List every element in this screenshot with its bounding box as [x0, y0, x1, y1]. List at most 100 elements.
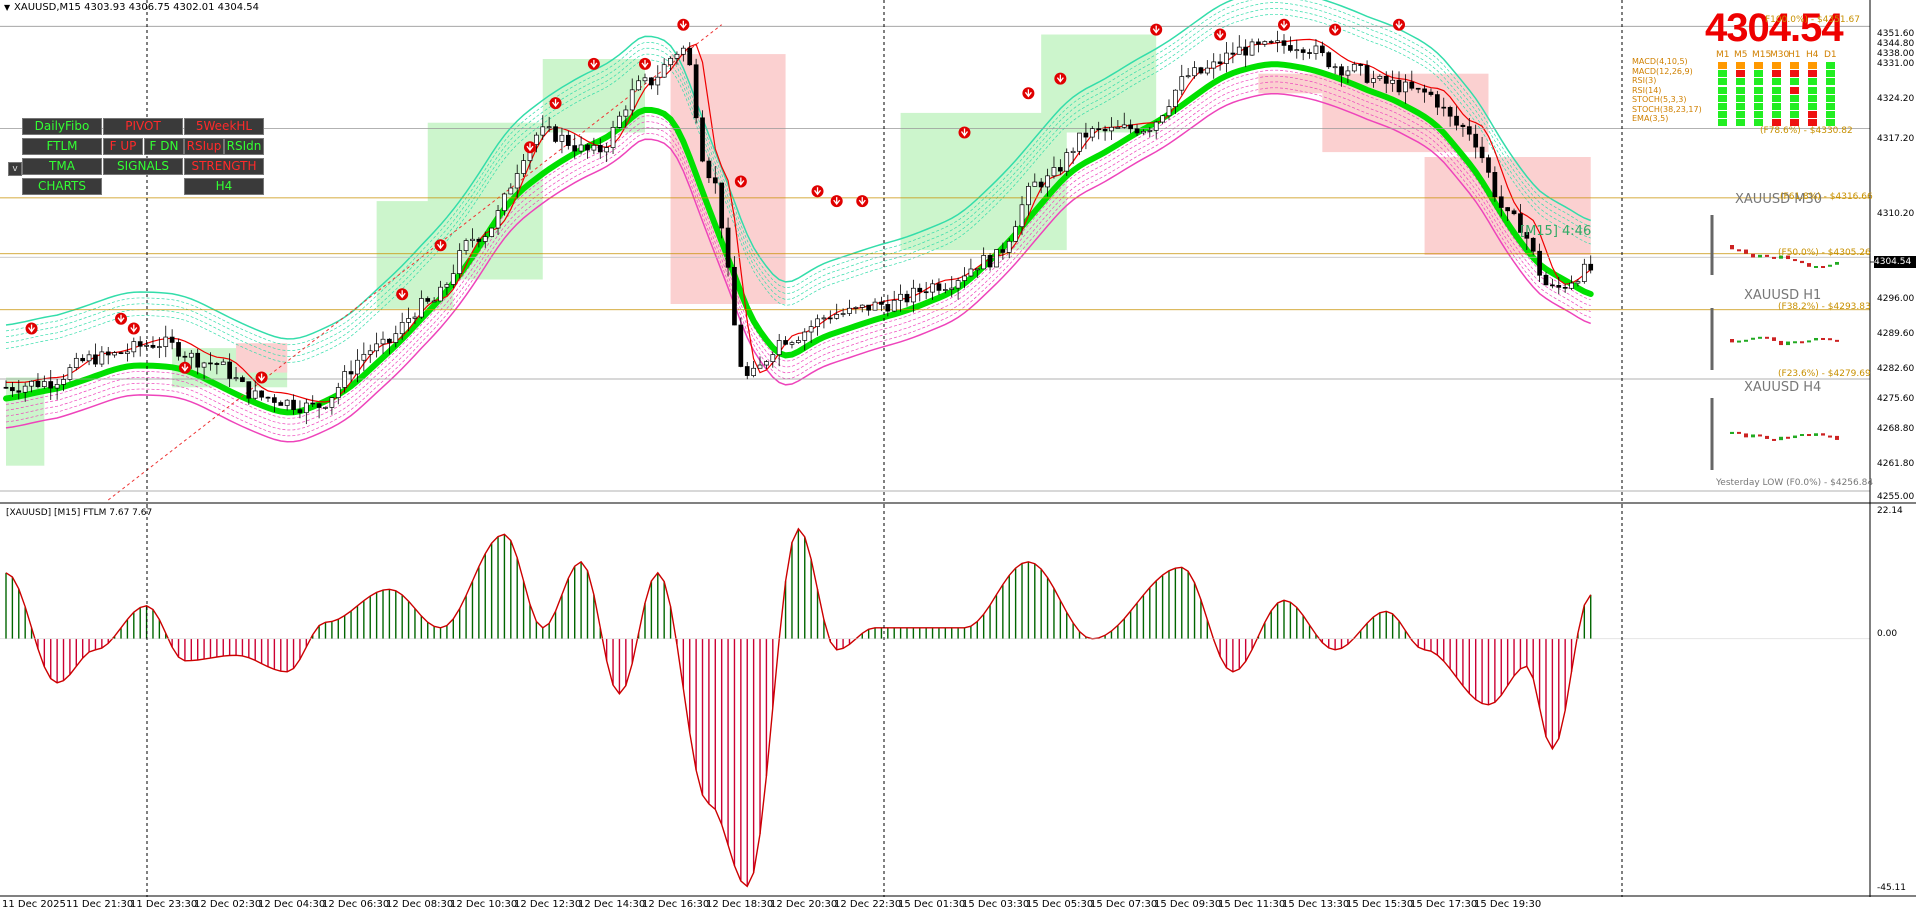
ftlm-oscillator[interactable] [0, 505, 1916, 897]
mini-candle [1772, 438, 1776, 441]
time-axis-label: 15 Dec 19:30 [1474, 899, 1542, 910]
mini-candle [1772, 256, 1776, 259]
candle-body [316, 403, 322, 408]
candle-body [1268, 41, 1274, 43]
candle-body [987, 255, 993, 268]
strength-timeframe-d1: D1 [1824, 50, 1837, 60]
candle-body [757, 364, 763, 369]
strength-cell [1808, 86, 1817, 94]
toggle-tma-button[interactable]: TMA [22, 158, 102, 175]
strength-cell [1736, 62, 1745, 69]
strength-cell [1790, 94, 1799, 102]
candle-body [898, 293, 903, 301]
candle-body [1454, 115, 1459, 126]
candle-body [1460, 124, 1466, 127]
mini-candle [1779, 436, 1783, 441]
strength-cell [1772, 86, 1781, 94]
toggle-rsiup-button[interactable]: RSIup [184, 138, 224, 155]
strength-cell [1736, 86, 1745, 94]
candle-body [450, 273, 456, 285]
candle-body [125, 351, 130, 354]
mini-candle [1821, 433, 1825, 436]
candle-body [1211, 61, 1217, 69]
time-axis-label: 12 Dec 18:30 [706, 899, 774, 910]
mini-chart-title-h1: XAUUSD H1 [1744, 288, 1822, 303]
toggle-charts-button[interactable]: CHARTS [22, 178, 102, 195]
mini-candle [1751, 434, 1755, 438]
toggle-f-dn-button[interactable]: F DN [144, 138, 184, 155]
strength-cell [1826, 70, 1835, 78]
collapse-panel-button[interactable]: v [8, 162, 22, 176]
candle-body [1396, 79, 1402, 93]
candle-body [297, 409, 303, 414]
candle-body [687, 47, 693, 66]
toggle-ftlm-button[interactable]: FTLM [22, 138, 102, 155]
time-axis-label: 12 Dec 12:30 [514, 899, 582, 910]
candle-body [387, 338, 392, 343]
toggle-strength-button[interactable]: STRENGTH [184, 158, 264, 175]
candle-body [546, 126, 552, 129]
candle-body [1441, 106, 1447, 109]
mini-candle [1730, 431, 1734, 434]
fib-level-382: (F38.2%) - $4293.83 [1778, 302, 1871, 312]
toggle-signals-button[interactable]: SIGNALS [103, 158, 183, 175]
candle-body [879, 301, 884, 305]
strength-cell [1718, 78, 1727, 86]
candle-body [649, 77, 654, 86]
candle-body [48, 381, 54, 389]
candle-body [1300, 49, 1306, 53]
candle-body [1262, 41, 1268, 45]
candle-body [1013, 226, 1018, 242]
strength-cell [1718, 119, 1727, 127]
candle-body [859, 304, 865, 308]
strength-cell [1736, 94, 1745, 102]
time-axis-label: 15 Dec 11:30 [1218, 899, 1286, 910]
strength-cell [1718, 62, 1727, 69]
candle-body [1498, 196, 1504, 208]
candle-body [80, 357, 86, 362]
time-axis-label: 15 Dec 05:30 [1026, 899, 1094, 910]
mini-chart-title-h4: XAUUSD H4 [1744, 380, 1822, 395]
candle-body [444, 284, 450, 288]
candle-body [1530, 237, 1536, 252]
candle-body [61, 379, 66, 385]
candle-body [310, 402, 316, 405]
toggle-dailyfibo-button[interactable]: DailyFibo [22, 118, 102, 135]
toggle-pivot-button[interactable]: PIVOT [103, 118, 183, 135]
toggle-f-up-button[interactable]: F UP [103, 138, 143, 155]
candle-body [1588, 263, 1594, 271]
time-axis-label: 15 Dec 03:30 [962, 899, 1030, 910]
candle-body [1128, 124, 1133, 130]
candle-body [680, 47, 686, 55]
mini-candle [1793, 435, 1797, 439]
candle-body [559, 134, 565, 142]
candle-body [974, 268, 980, 271]
toggle-5weekhl-button[interactable]: 5WeekHL [184, 118, 264, 135]
strength-cell [1718, 86, 1727, 94]
candle-body [1051, 167, 1057, 177]
candle-body [1173, 89, 1178, 107]
candle-body [1332, 66, 1338, 69]
candle-body [1089, 128, 1095, 138]
toggle-h4-button[interactable]: H4 [184, 178, 264, 195]
candle-body [1230, 52, 1236, 55]
candle-body [1147, 130, 1153, 132]
mini-candle [1758, 434, 1762, 437]
menu-triangle-icon[interactable]: ▼ [4, 3, 10, 12]
mini-candle [1835, 261, 1839, 265]
candle-body [962, 275, 967, 281]
oscillator-title: [XAUUSD] [M15] FTLM 7.67 7.67 [6, 508, 153, 518]
candle-body [367, 350, 373, 355]
time-axis-label: 15 Dec 17:30 [1410, 899, 1478, 910]
candle-body [1492, 172, 1498, 198]
strength-cell [1826, 78, 1835, 86]
mini-candle [1751, 253, 1755, 258]
candle-body [1109, 126, 1114, 132]
price-axis-label: 4338.00 [1877, 49, 1915, 59]
price-chart[interactable] [0, 0, 1916, 505]
toggle-rsidn-button[interactable]: RSIdn [224, 138, 264, 155]
candle-body [1141, 131, 1146, 134]
time-axis-label: 12 Dec 08:30 [386, 899, 454, 910]
candle-body [866, 304, 872, 311]
strength-cell [1772, 78, 1781, 86]
